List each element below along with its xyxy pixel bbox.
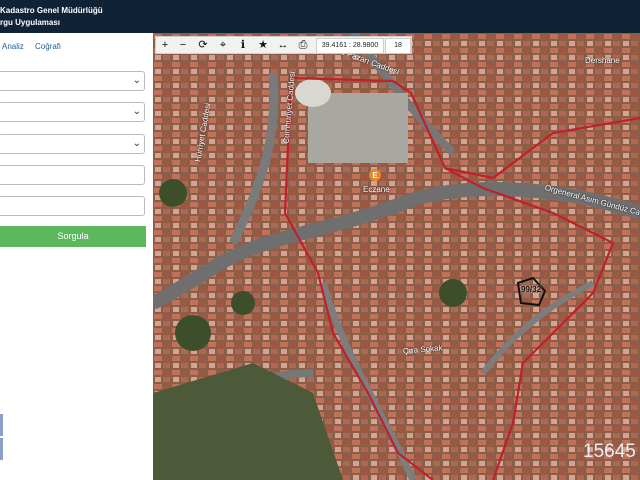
favorite-star-icon[interactable]: ★ [254,37,272,53]
side-panel-tab[interactable] [0,438,3,460]
parcel-label[interactable]: 99/32 [521,285,541,294]
tab-cografi[interactable]: Coğrafi [35,42,61,51]
zoom-out-icon[interactable]: − [174,37,192,53]
poi-marker-letter: E [372,171,378,180]
satellite-map[interactable]: E Ekmez Pazarı Caddesi Orgeneral Asım Gü… [153,33,640,480]
print-icon[interactable]: ⎙ [294,37,312,53]
measure-icon[interactable]: ↔ [274,37,292,53]
locate-icon[interactable]: ⌖ [214,37,232,53]
building-dome [295,79,331,107]
query-sidebar: Analiz Coğrafi ⌄ ⌄ ⌄ Sorgula [0,33,154,480]
map-scale: 15645 [583,441,636,462]
app-title: Kadastro Genel Müdürlüğü [0,6,103,15]
chevron-down-icon: ⌄ [132,106,141,117]
chevron-down-icon: ⌄ [132,138,141,149]
side-panel-tab[interactable] [0,414,3,436]
query-button[interactable]: Sorgula [0,226,146,247]
refresh-icon[interactable]: ⟳ [194,37,212,53]
coordinate-readout: 39.4161 : 28.9800 [316,38,384,54]
neighborhood-select[interactable]: ⌄ [0,134,145,154]
poi-label: Eczane [363,185,390,194]
chevron-down-icon: ⌄ [132,75,141,86]
tab-analiz[interactable]: Analiz [2,42,24,51]
app-header: Kadastro Genel Müdürlüğü rgu Uygulaması [0,0,640,33]
zoom-in-icon[interactable]: + [156,37,174,53]
map-toolbar: + − ⟳ ⌖ ℹ ★ ↔ ⎙ 39.4161 : 28.9800 18 [155,36,412,54]
street-label: Dershane [585,56,620,65]
map-imagery: E [153,33,640,480]
district-select[interactable]: ⌄ [0,102,145,122]
block-input[interactable] [0,165,145,185]
sidebar-tabs: Analiz Coğrafi [0,33,153,59]
app-subtitle: rgu Uygulaması [0,18,61,27]
province-select[interactable]: ⌄ [0,71,145,91]
info-icon[interactable]: ℹ [234,37,252,53]
parcel-input[interactable] [0,196,145,216]
zoom-level-readout: 18 [385,38,411,54]
